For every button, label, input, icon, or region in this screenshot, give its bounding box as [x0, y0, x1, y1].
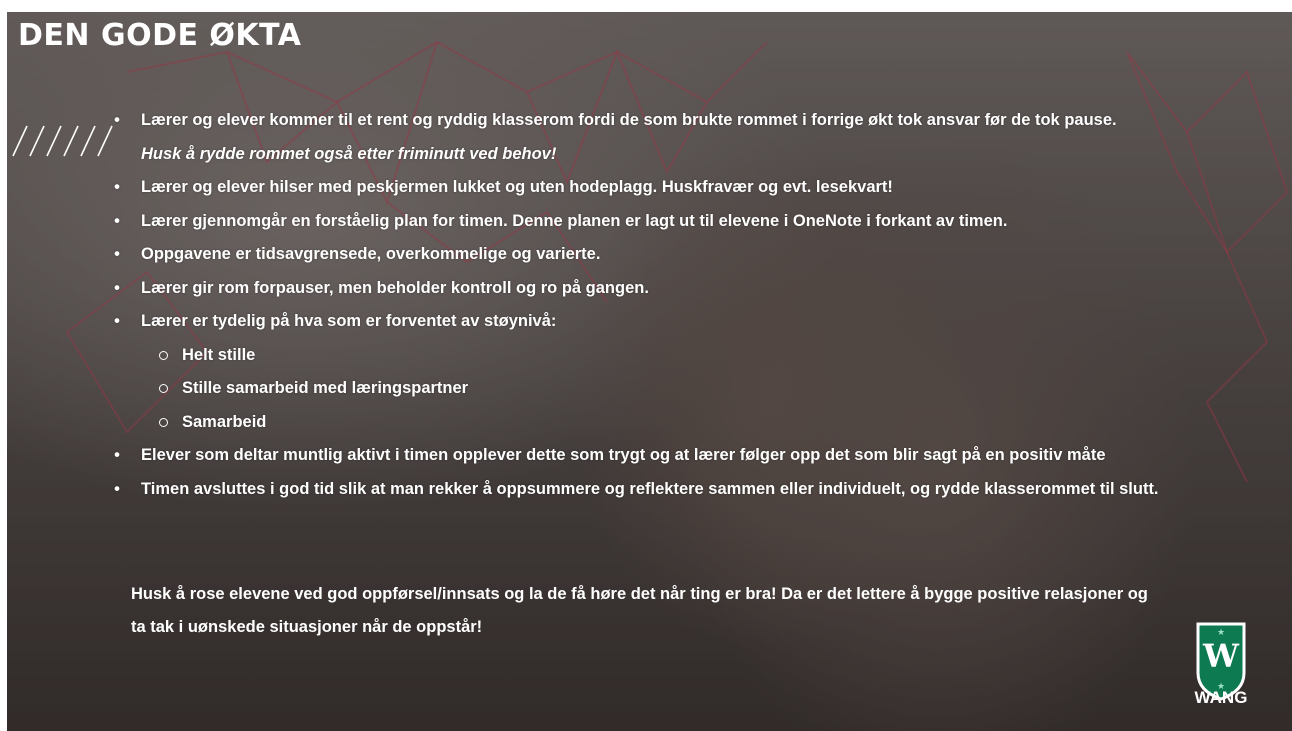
list-item-text: Oppgavene er tidsavgrensede, overkommeli… — [141, 245, 601, 263]
bullet-dot-icon: • — [114, 111, 120, 129]
list-item: • Lærer gjennomgår en forståelig plan fo… — [110, 205, 1290, 239]
list-item: • Elever som deltar muntlig aktivt i tim… — [110, 439, 1290, 473]
hollow-circle-icon — [159, 350, 168, 360]
diagonal-slashes-icon — [12, 125, 113, 157]
bullet-dot-icon: • — [114, 278, 120, 297]
bullet-dot-icon: • — [114, 211, 120, 230]
slide-title: DEN GODE ØKTA — [18, 18, 302, 53]
closing-paragraph: Husk å rose elevene ved god oppførsel/in… — [131, 578, 1291, 644]
list-item: • Lærer er tydelig på hva som er forvent… — [110, 305, 1290, 339]
logo-name: WANG — [1194, 688, 1248, 707]
hollow-circle-icon — [159, 384, 168, 393]
sub-list-item: Helt stille — [110, 339, 1290, 373]
sub-list-item-text: Helt stille — [182, 345, 256, 364]
slide: DEN GODE ØKTA • Lærer og elever kommer t… — [7, 12, 1292, 731]
list-item-text: Lærer er tydelig på hva som er forventet… — [141, 312, 557, 330]
bullet-dot-icon: • — [114, 446, 120, 464]
list-item-text: Elever som deltar muntlig aktivt i timen… — [141, 446, 1106, 464]
list-item-text: Lærer gir rom forpauser, men beholder ko… — [141, 278, 649, 297]
bullet-list: • Lærer og elever kommer til et rent og … — [110, 104, 1290, 506]
list-item-text: Lærer og elever hilser med peskjermen lu… — [141, 178, 893, 196]
bullet-dot-icon: • — [114, 312, 120, 330]
list-item-text: Lærer gjennomgår en forståelig plan for … — [141, 211, 1008, 230]
bullet-dot-icon: • — [114, 245, 120, 263]
sub-list-item-text: Stille samarbeid med læringspartner — [182, 379, 469, 397]
list-item: • Oppgavene er tidsavgrensede, overkomme… — [110, 238, 1290, 272]
sub-list-item-text: Samarbeid — [182, 412, 267, 431]
list-item: • Lærer gir rom forpauser, men beholder … — [110, 272, 1290, 306]
list-item-text: Lærer og elever kommer til et rent og ry… — [141, 111, 1117, 129]
bullet-dot-icon: • — [114, 178, 120, 196]
hollow-circle-icon — [159, 417, 168, 427]
bullet-dot-icon: • — [114, 479, 120, 498]
list-item: • Lærer og elever kommer til et rent og … — [110, 104, 1290, 171]
list-item: • Lærer og elever hilser med peskjermen … — [110, 171, 1290, 205]
logo-letter: W — [1202, 637, 1240, 675]
closing-line: Husk å rose elevene ved god oppførsel/in… — [131, 585, 1148, 603]
closing-line: ta tak i uønskede situasjoner når de opp… — [131, 618, 483, 636]
list-item-note: Husk å rydde rommet også etter friminutt… — [141, 144, 557, 163]
list-item-text: Timen avsluttes i god tid slik at man re… — [141, 479, 1159, 498]
sub-list-item: Stille samarbeid med læringspartner — [110, 372, 1290, 406]
list-item: • Timen avsluttes i god tid slik at man … — [110, 473, 1290, 507]
sub-list-item: Samarbeid — [110, 406, 1290, 440]
